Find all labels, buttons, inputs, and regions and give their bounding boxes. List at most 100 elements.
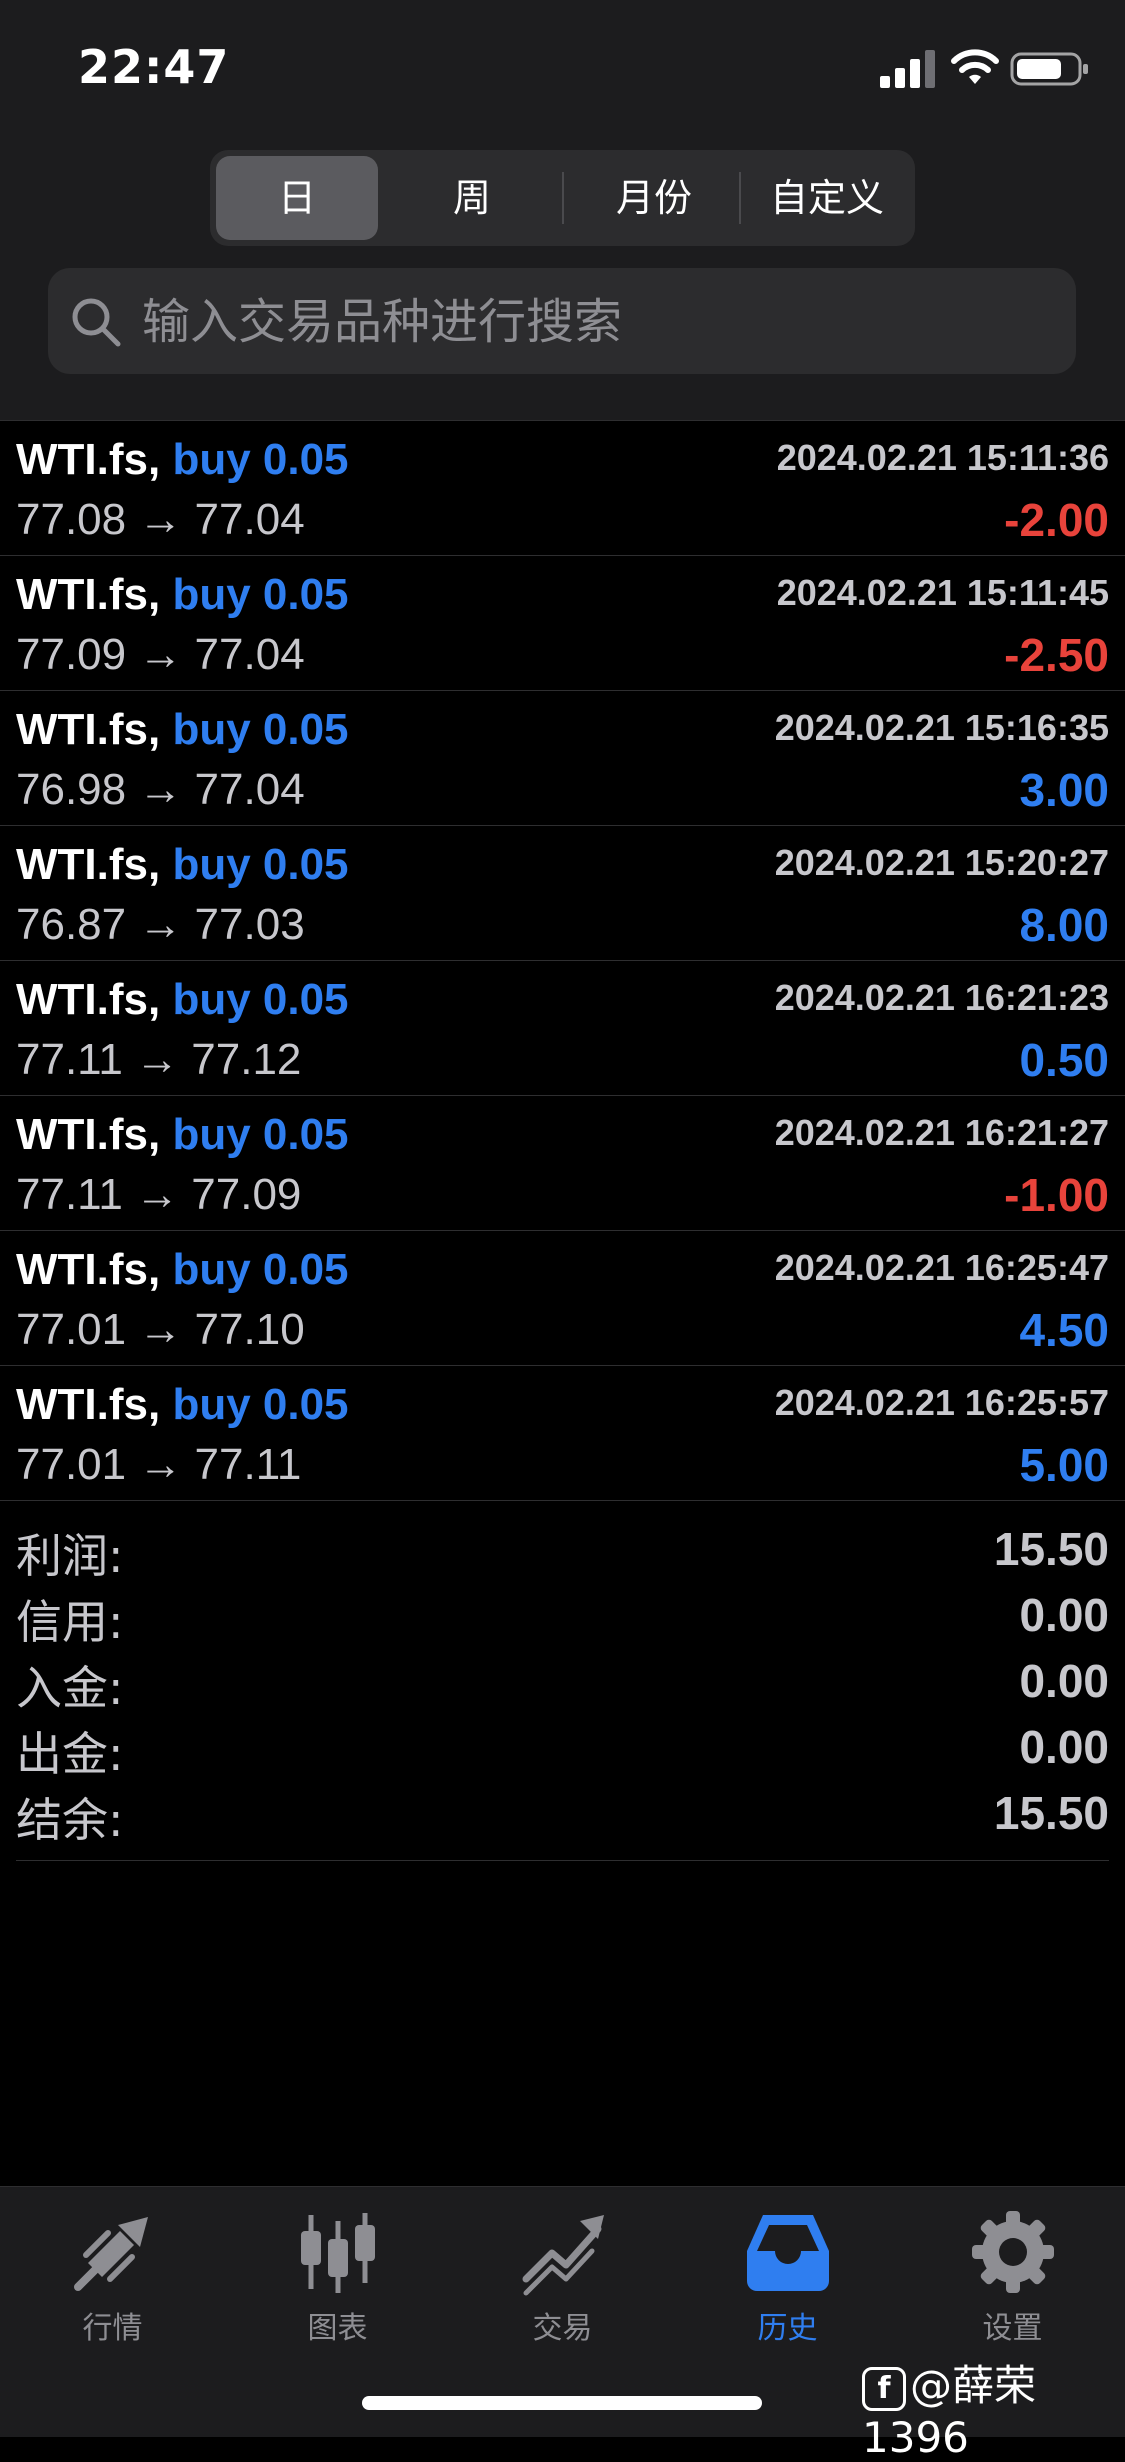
trade-time: 2024.02.21 16:21:27 [774, 1112, 1109, 1153]
trade-symbol: WTI.fs, [16, 840, 161, 889]
trade-symbol-line: WTI.fs, buy 0.05 [16, 1110, 349, 1160]
trade-side: buy 0.05 [172, 840, 349, 889]
trade-row[interactable]: WTI.fs, buy 0.05 2024.02.21 16:21:23 77.… [0, 961, 1125, 1096]
search-input[interactable] [140, 268, 1044, 376]
trade-profit: 3.00 [1019, 764, 1109, 816]
trade-prices: 77.11 → 77.09 [16, 1170, 302, 1219]
summary-label: 信用: [16, 1595, 124, 1649]
trade-side: buy 0.05 [172, 705, 349, 754]
watermark-logo-icon: f [862, 2366, 906, 2411]
tab-trade[interactable]: 交易 [450, 2207, 675, 2357]
segment-divider [562, 172, 564, 224]
settings-icon [971, 2211, 1054, 2293]
trade-row[interactable]: WTI.fs, buy 0.05 2024.02.21 16:25:47 77.… [0, 1231, 1125, 1366]
trade-history-list: WTI.fs, buy 0.05 2024.02.21 15:11:36 77.… [0, 420, 1125, 1501]
trade-side: buy 0.05 [172, 1380, 349, 1429]
trade-prices: 77.11 → 77.12 [16, 1035, 302, 1084]
summary-value: 0.00 [1019, 1655, 1109, 1707]
summary-value: 15.50 [993, 1787, 1109, 1839]
trade-symbol: WTI.fs, [16, 1110, 161, 1159]
trade-time: 2024.02.21 16:21:23 [774, 977, 1109, 1018]
trade-profit: 5.00 [1019, 1439, 1109, 1491]
summary-row-withdrawal: 出金: 0.00 [16, 1718, 1109, 1784]
trade-profit: -1.00 [1004, 1169, 1109, 1221]
trade-side: buy 0.05 [172, 1245, 349, 1294]
trade-side: buy 0.05 [172, 570, 349, 619]
summary-value: 0.00 [1019, 1721, 1109, 1773]
trade-symbol: WTI.fs, [16, 975, 161, 1024]
segment-divider [739, 172, 741, 224]
trade-symbol-line: WTI.fs, buy 0.05 [16, 1380, 349, 1430]
search-icon [72, 298, 121, 347]
quotes-icon [73, 2217, 148, 2291]
trade-time: 2024.02.21 15:20:27 [774, 842, 1109, 883]
trade-time: 2024.02.21 15:16:35 [774, 707, 1109, 748]
tab-month[interactable]: 月份 [570, 156, 738, 240]
summary-label: 结余: [16, 1793, 124, 1847]
trade-row[interactable]: WTI.fs, buy 0.05 2024.02.21 15:16:35 76.… [0, 691, 1125, 826]
trade-row[interactable]: WTI.fs, buy 0.05 2024.02.21 15:20:27 76.… [0, 826, 1125, 961]
tab-label: 图表 [307, 2311, 368, 2346]
trade-profit: -2.50 [1004, 629, 1109, 681]
trade-symbol: WTI.fs, [16, 1245, 161, 1294]
trade-symbol-line: WTI.fs, buy 0.05 [16, 840, 349, 890]
trade-symbol-line: WTI.fs, buy 0.05 [16, 705, 349, 755]
trade-time: 2024.02.21 15:11:36 [776, 437, 1109, 478]
trade-symbol-line: WTI.fs, buy 0.05 [16, 1245, 349, 1295]
tab-chart[interactable]: 图表 [225, 2207, 450, 2357]
trade-prices: 77.09 → 77.04 [16, 630, 305, 679]
trade-symbol-line: WTI.fs, buy 0.05 [16, 975, 349, 1025]
home-indicator [362, 2396, 762, 2410]
trade-symbol: WTI.fs, [16, 1380, 161, 1429]
cellular-signal-icon [880, 50, 935, 88]
trade-prices: 76.87 → 77.03 [16, 900, 305, 949]
trade-row[interactable]: WTI.fs, buy 0.05 2024.02.21 16:25:57 77.… [0, 1366, 1125, 1501]
trade-symbol: WTI.fs, [16, 705, 161, 754]
trade-time: 2024.02.21 15:11:45 [776, 572, 1109, 613]
trade-row[interactable]: WTI.fs, buy 0.05 2024.02.21 15:11:36 77.… [0, 420, 1125, 556]
trade-prices: 77.08 → 77.04 [16, 495, 305, 544]
trade-profit: 8.00 [1019, 899, 1109, 951]
summary-label: 利润: [16, 1529, 124, 1583]
search-bar[interactable] [48, 268, 1076, 376]
summary-label: 入金: [16, 1661, 124, 1715]
trade-row[interactable]: WTI.fs, buy 0.05 2024.02.21 16:21:27 77.… [0, 1096, 1125, 1231]
trade-prices: 76.98 → 77.04 [16, 765, 305, 814]
period-segmented-control: 日 周 月份 自定义 [210, 150, 915, 246]
trade-time: 2024.02.21 16:25:57 [774, 1382, 1109, 1423]
trade-side: buy 0.05 [172, 1110, 349, 1159]
trade-symbol: WTI.fs, [16, 570, 161, 619]
summary-row-profit: 利润: 15.50 [16, 1520, 1109, 1586]
trade-symbol: WTI.fs, [16, 435, 161, 484]
tab-label: 历史 [757, 2311, 818, 2346]
battery-icon [1010, 52, 1088, 86]
trade-symbol-line: WTI.fs, buy 0.05 [16, 435, 349, 485]
summary-row-credit: 信用: 0.00 [16, 1586, 1109, 1652]
trade-side: buy 0.05 [172, 975, 349, 1024]
trade-profit: 0.50 [1019, 1034, 1109, 1086]
watermark: f @薛荣1396 [862, 2352, 1125, 2462]
tab-label: 行情 [82, 2311, 143, 2346]
trade-icon [522, 2215, 604, 2296]
wifi-icon [951, 49, 999, 84]
trade-prices: 77.01 → 77.11 [16, 1440, 302, 1489]
trade-symbol-line: WTI.fs, buy 0.05 [16, 570, 349, 620]
summary-value: 15.50 [993, 1523, 1109, 1575]
tab-quotes[interactable]: 行情 [0, 2207, 225, 2357]
trade-row[interactable]: WTI.fs, buy 0.05 2024.02.21 15:11:45 77.… [0, 556, 1125, 691]
chart-icon [300, 2213, 375, 2293]
tab-history[interactable]: 历史 [675, 2207, 900, 2357]
summary-value: 0.00 [1019, 1589, 1109, 1641]
trade-time: 2024.02.21 16:25:47 [774, 1247, 1109, 1288]
tab-week[interactable]: 周 [390, 156, 554, 240]
trade-profit: 4.50 [1019, 1304, 1109, 1356]
history-icon [746, 2215, 829, 2291]
tab-settings[interactable]: 设置 [900, 2207, 1125, 2357]
tab-label: 交易 [532, 2311, 593, 2346]
summary-row-deposit: 入金: 0.00 [16, 1652, 1109, 1718]
tab-day[interactable]: 日 [216, 156, 378, 240]
account-summary: 利润: 15.50 信用: 0.00 入金: 0.00 出金: 0.00 结余:… [16, 1520, 1109, 1861]
summary-label: 出金: [16, 1727, 124, 1781]
trade-profit: -2.00 [1004, 494, 1109, 546]
tab-custom[interactable]: 自定义 [744, 156, 910, 240]
